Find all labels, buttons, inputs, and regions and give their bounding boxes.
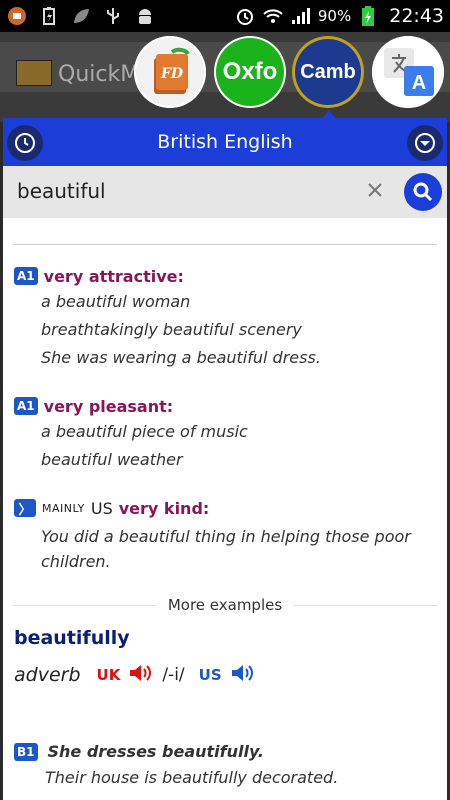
dictionary-panel: British English A1 very attractive: a be… — [3, 118, 447, 800]
oxford-shortcut[interactable]: Oxfo — [214, 36, 286, 108]
chevron-down-icon — [415, 133, 435, 153]
speaker-icon — [130, 665, 152, 681]
more-examples-link[interactable]: More examples — [168, 596, 282, 614]
alarm-icon — [234, 5, 256, 27]
android-debug-icon — [134, 5, 156, 27]
headword: beautifully — [14, 627, 130, 649]
definition: very kind: — [118, 498, 210, 518]
level-badge: A1 — [14, 397, 38, 415]
uk-audio-button[interactable] — [128, 662, 154, 688]
translate-a-label: A — [412, 72, 426, 94]
pos-line: adverb UK /-i/ US — [14, 662, 256, 688]
sense-1: A1 very attractive: a beautiful woman br… — [3, 264, 447, 372]
example: a beautiful woman — [41, 292, 191, 311]
app-notification-icon — [6, 5, 28, 27]
search-icon — [413, 182, 433, 202]
history-button[interactable] — [7, 125, 43, 161]
example: You did a beautiful thing in helping tho… — [41, 527, 411, 571]
book-icon: FD — [154, 47, 190, 94]
uk-label: UK — [96, 666, 121, 684]
example: a beautiful piece of music — [41, 422, 248, 441]
sense-head: B1 She dresses beautifully. — [14, 740, 437, 764]
sense-head: 〉 MAINLY US very kind: — [14, 496, 437, 520]
region-label: US — [90, 498, 113, 518]
translate-icon: A — [384, 48, 434, 96]
search-button[interactable] — [404, 173, 442, 211]
sense-head: A1 very pleasant: — [14, 394, 437, 418]
translate-shortcut[interactable]: A — [372, 36, 444, 108]
wifi-icon — [262, 5, 284, 27]
leaf-icon — [70, 5, 92, 27]
example: breathtakingly beautiful scenery — [41, 320, 302, 339]
signal-icon — [290, 5, 312, 27]
dictionary-title: British English — [157, 131, 293, 153]
content-divider — [13, 244, 437, 245]
battery-charge-notification-icon — [38, 5, 60, 27]
panel-header: British English — [3, 118, 447, 166]
status-bar: 90% 22:43 — [0, 0, 450, 32]
level-badge: B1 — [14, 743, 38, 761]
pronunciation: /-i/ — [162, 665, 185, 685]
dropdown-button[interactable] — [407, 125, 443, 161]
clear-search-button[interactable] — [361, 176, 389, 204]
entry-content: A1 very attractive: a beautiful woman br… — [3, 264, 447, 574]
sense-head: A1 very attractive: — [14, 264, 437, 288]
search-input[interactable] — [9, 172, 395, 210]
more-examples-divider[interactable]: More examples — [13, 596, 437, 614]
battery-percent: 90% — [317, 7, 352, 25]
example: She was wearing a beautiful dress. — [41, 348, 321, 367]
level-badge: A1 — [14, 267, 38, 285]
expand-sense-badge[interactable]: 〉 — [14, 499, 36, 518]
clock-icon — [15, 133, 35, 153]
speaker-icon — [231, 665, 253, 681]
background-app-title: QuickM — [58, 62, 140, 87]
definition: very attractive: — [43, 266, 184, 286]
example: Their house is beautifully decorated. — [45, 768, 339, 787]
usb-icon — [102, 5, 124, 27]
entry2-sense: B1 She dresses beautifully. Their house … — [3, 740, 447, 792]
sense-2: A1 very pleasant: a beautiful piece of m… — [3, 394, 447, 474]
example: She dresses beautifully. — [47, 742, 265, 761]
us-audio-button[interactable] — [230, 662, 256, 688]
battery-charging-icon — [357, 5, 379, 27]
fd-dictionary-shortcut[interactable]: FD — [134, 36, 206, 108]
search-row — [3, 166, 447, 218]
part-of-speech: adverb — [14, 664, 81, 686]
cambridge-shortcut[interactable]: Camb — [292, 36, 364, 108]
example: beautiful weather — [41, 450, 183, 469]
definition: very pleasant: — [43, 396, 174, 416]
background-app-thumbnail — [16, 60, 52, 86]
close-icon — [368, 183, 382, 197]
sense-3: 〉 MAINLY US very kind: You did a beautif… — [3, 496, 447, 574]
divider-line — [294, 604, 437, 606]
fd-label: FD — [160, 66, 184, 82]
clock: 22:43 — [389, 5, 444, 27]
usage-label: MAINLY — [42, 501, 85, 515]
divider-line — [13, 604, 156, 606]
us-label: US — [198, 666, 222, 684]
